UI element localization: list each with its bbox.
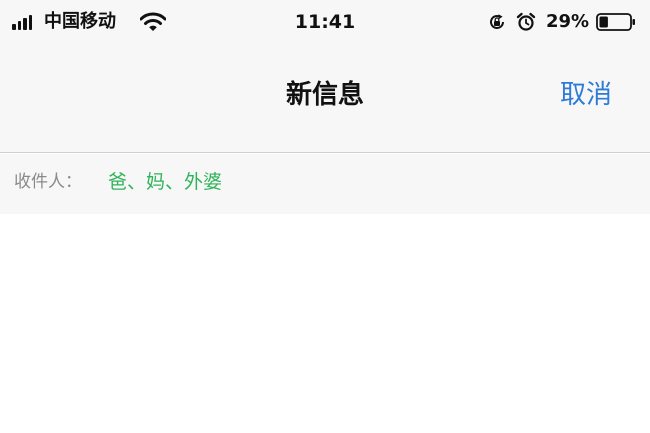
new-message-screen: 中国移动 11:41 29% 新信息 取消 收件人： 爸、妈、外婆: [0, 0, 650, 433]
battery-percent: 29%: [546, 11, 590, 32]
recipient-list[interactable]: 爸、妈、外婆: [108, 169, 222, 195]
status-bar: 中国移动 11:41 29%: [0, 0, 650, 44]
navigation-bar: 新信息 取消: [0, 44, 650, 153]
battery-icon: [596, 13, 635, 31]
page-title: 新信息: [285, 80, 364, 110]
rotation-lock-icon: [490, 14, 504, 29]
recipients-field[interactable]: 收件人： 爸、妈、外婆: [0, 154, 650, 214]
recipients-label: 收件人：: [14, 172, 82, 192]
cancel-button[interactable]: 取消: [560, 78, 612, 112]
message-body-area[interactable]: [0, 214, 650, 433]
alarm-icon: [516, 12, 536, 31]
